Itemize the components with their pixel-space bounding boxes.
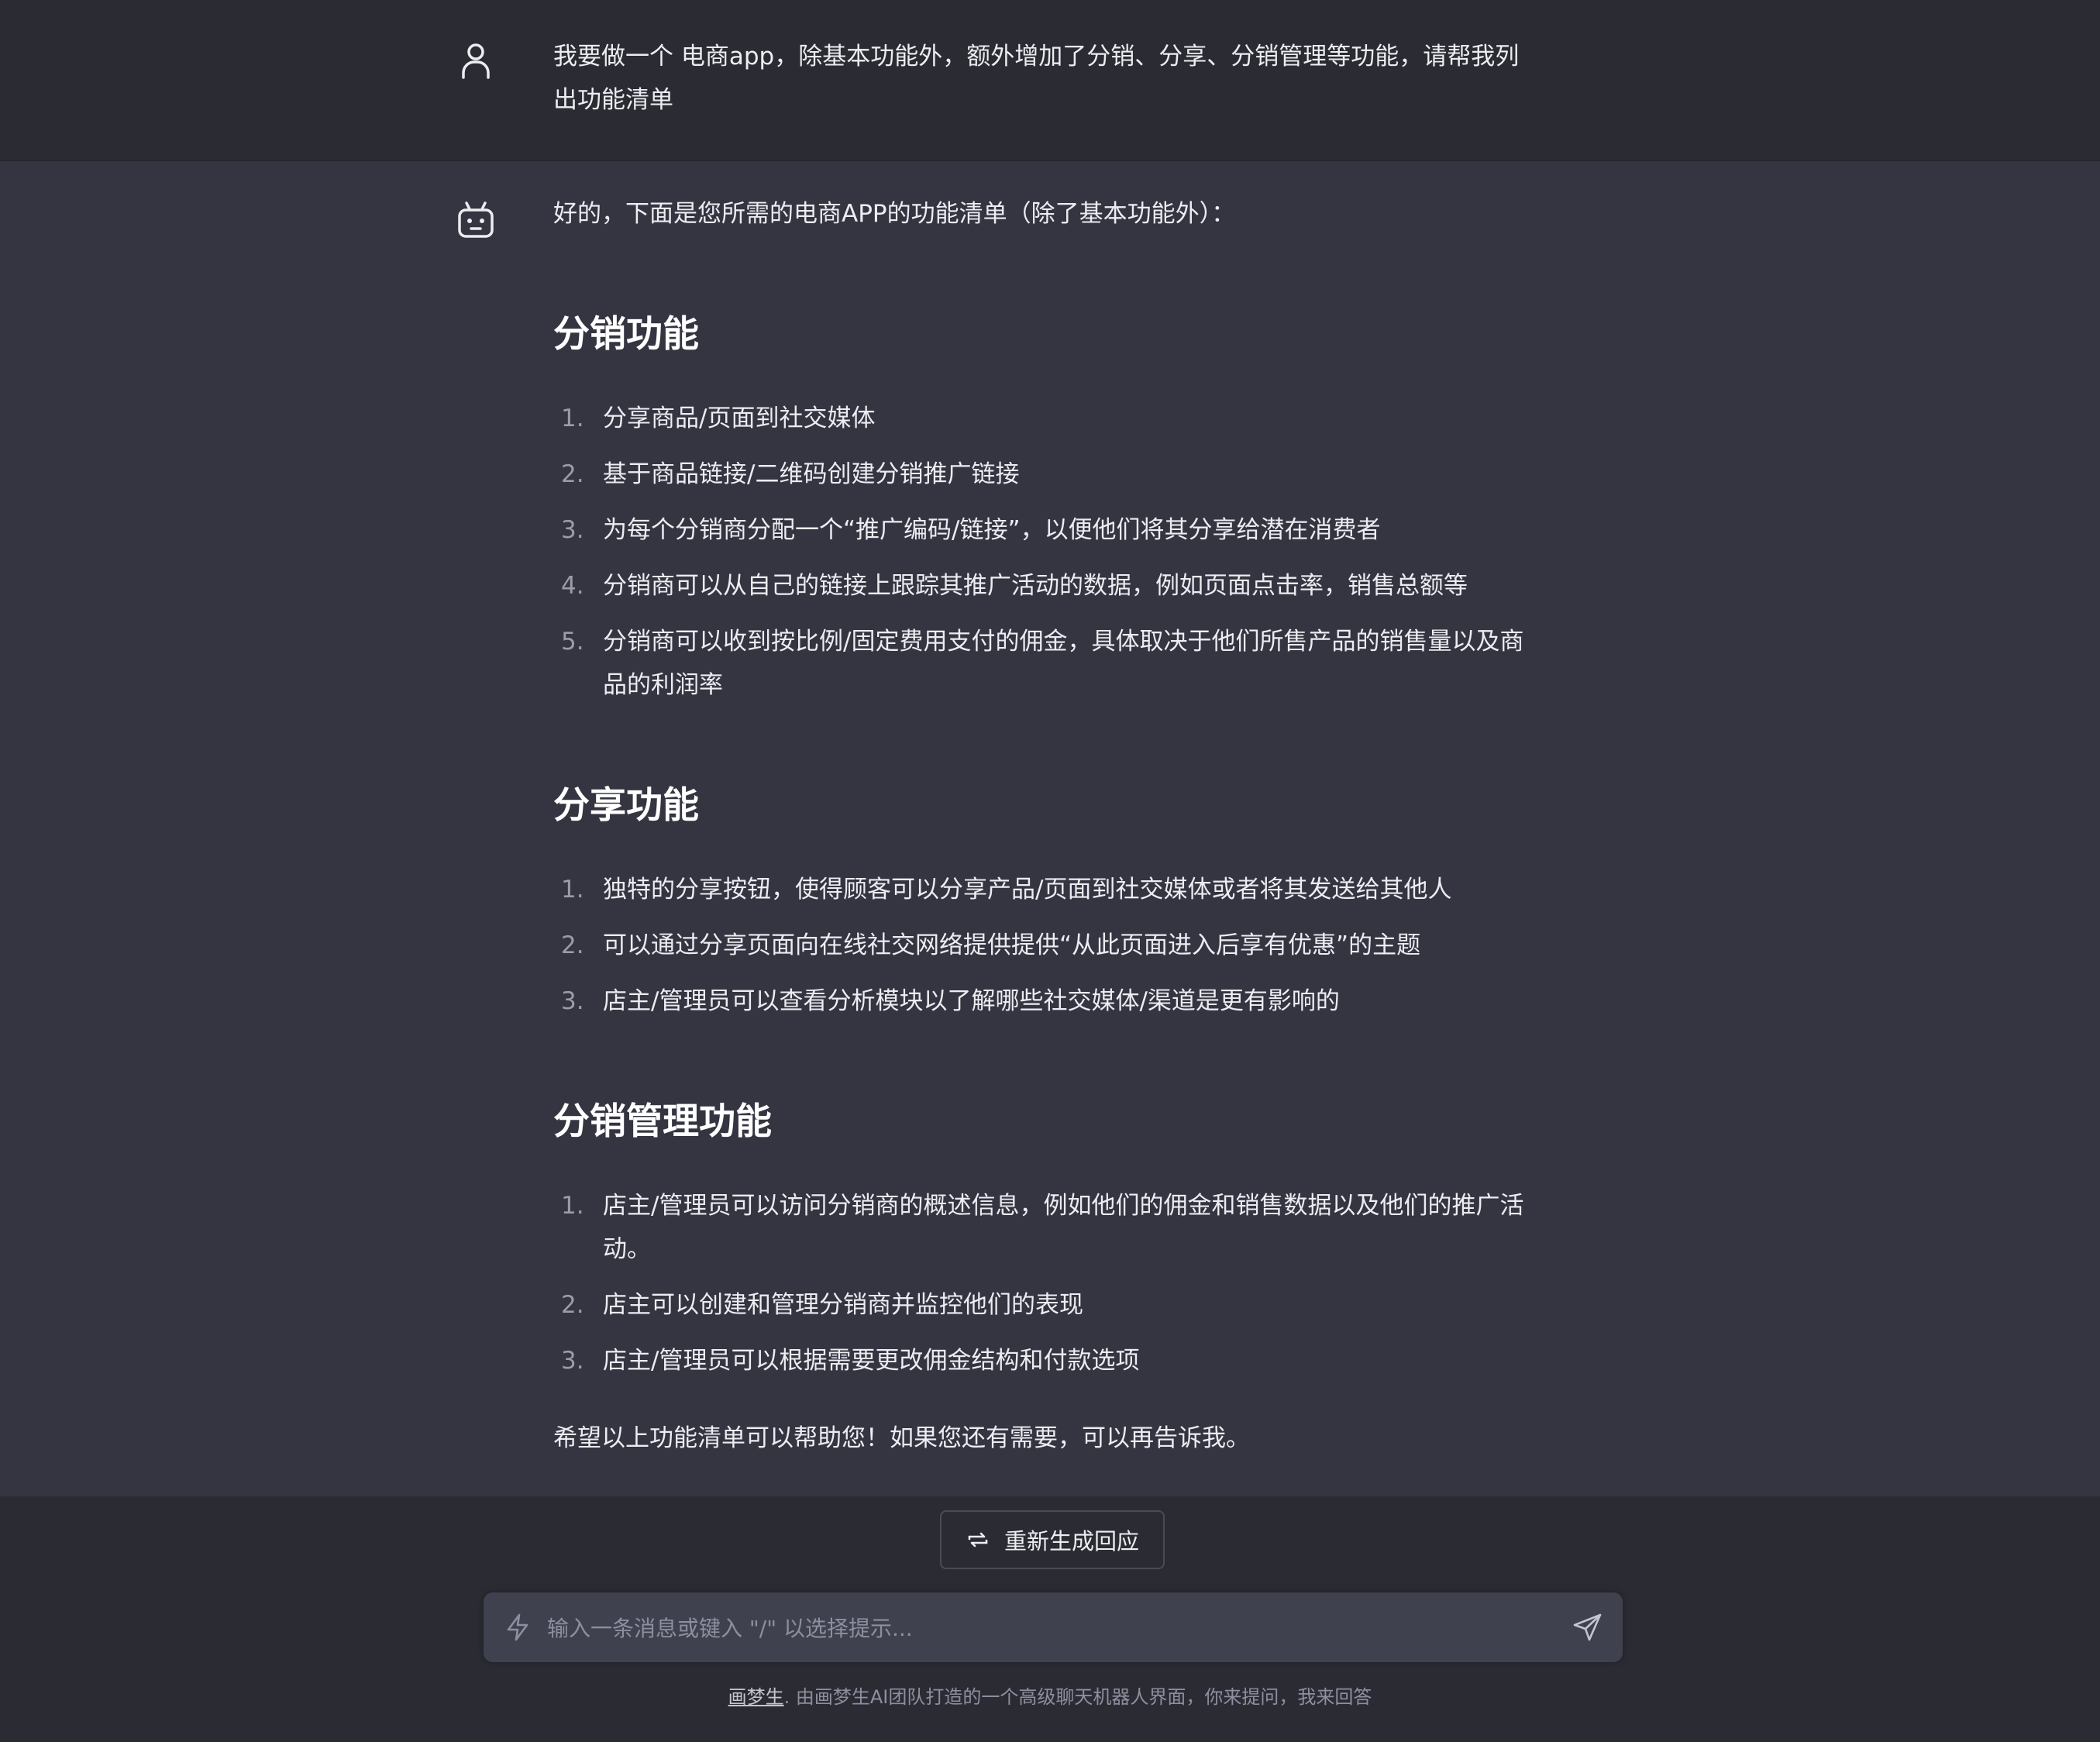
list-item-text: 店主/管理员可以访问分销商的概述信息，例如他们的佣金和销售数据以及他们的推广活 xyxy=(603,1192,1524,1220)
bolt-icon[interactable] xyxy=(502,1612,533,1643)
list-item: 5. 分销商可以收到按比例/固定费用支付的佣金，具体取决于他们所售产品的销售量以及… xyxy=(553,620,1561,707)
list-item: 3. 为每个分销商分配一个“推广编码/链接”，以便他们将其分享给潜在消费者 xyxy=(553,508,1561,552)
list-number: 1. xyxy=(561,876,584,904)
user-message-line: 出功能清单 xyxy=(553,86,673,114)
list-item-text: 店主/管理员可以根据需要更改佣金结构和付款选项 xyxy=(603,1347,1140,1375)
list-number: 4. xyxy=(561,572,584,600)
list-number: 5. xyxy=(561,628,584,656)
list-item-text: 基于商品链接/二维码创建分销推广链接 xyxy=(603,460,1020,488)
list-item: 3. 店主/管理员可以查看分析模块以了解哪些社交媒体/渠道是更有影响的 xyxy=(553,979,1561,1023)
bot-avatar-icon xyxy=(458,201,494,238)
list-item-text: 分销商可以收到按比例/固定费用支付的佣金，具体取决于他们所售产品的销售量以及商 xyxy=(603,628,1524,656)
list-item: 1. 分享商品/页面到社交媒体 xyxy=(553,397,1561,440)
user-message: 我要做一个 电商app，除基本功能外，额外增加了分销、分享、分销管理等功能，请帮… xyxy=(0,0,2100,161)
bot-intro: 好的，下面是您所需的电商APP的功能清单（除了基本功能外）： xyxy=(553,200,1236,228)
list-number: 2. xyxy=(561,1291,584,1319)
message-input[interactable] xyxy=(546,1592,1525,1664)
list-item-text: 店主/管理员可以查看分析模块以了解哪些社交媒体/渠道是更有影响的 xyxy=(603,987,1340,1015)
section-title-distribution: 分销功能 xyxy=(553,313,699,356)
list-item: 1. 店主/管理员可以访问分销商的概述信息，例如他们的佣金和销售数据以及他们的推广… xyxy=(553,1184,1561,1271)
section-title-sharing: 分享功能 xyxy=(553,784,699,827)
message-input-box xyxy=(484,1592,1623,1664)
list-sharing: 1. 独特的分享按钮，使得顾客可以分享产品/页面到社交媒体或者将其发送给其他人 2… xyxy=(553,868,1561,1035)
list-item-text: 店主可以创建和管理分销商并监控他们的表现 xyxy=(603,1291,1083,1319)
refresh-icon xyxy=(968,1532,988,1547)
list-item-text: 为每个分销商分配一个“推广编码/链接”，以便他们将其分享给潜在消费者 xyxy=(603,516,1381,544)
list-number: 2. xyxy=(561,931,584,959)
user-message-line: 我要做一个 电商app，除基本功能外，额外增加了分销、分享、分销管理等功能，请帮… xyxy=(553,43,1520,71)
list-item: 4. 分销商可以从自己的链接上跟踪其推广活动的数据，例如页面点击率，销售总额等 xyxy=(553,564,1561,608)
user-avatar-icon xyxy=(462,43,490,79)
list-item-text: 分享商品/页面到社交媒体 xyxy=(603,405,876,432)
list-item: 1. 独特的分享按钮，使得顾客可以分享产品/页面到社交媒体或者将其发送给其他人 xyxy=(553,868,1561,911)
list-number: 3. xyxy=(561,987,584,1015)
list-number: 2. xyxy=(561,460,584,488)
list-item-text: 独特的分享按钮，使得顾客可以分享产品/页面到社交媒体或者将其发送给其他人 xyxy=(603,876,1452,904)
footer-note: 画梦生. 由画梦生AI团队打造的一个高级聊天机器人界面，你来提问，我来回答 xyxy=(0,1682,2100,1709)
footer-text: . 由画梦生AI团队打造的一个高级聊天机器人界面，你来提问，我来回答 xyxy=(783,1686,1372,1708)
list-item-text: 可以通过分享页面向在线社交网络提供提供“从此页面进入后享有优惠”的主题 xyxy=(603,931,1421,959)
list-number: 3. xyxy=(561,516,584,544)
list-item-text: 分销商可以从自己的链接上跟踪其推广活动的数据，例如页面点击率，销售总额等 xyxy=(603,572,1468,600)
list-item: 2. 可以通过分享页面向在线社交网络提供提供“从此页面进入后享有优惠”的主题 xyxy=(553,924,1561,967)
brand-link[interactable]: 画梦生 xyxy=(728,1686,784,1708)
bot-closing: 希望以上功能清单可以帮助您！如果您还有需要，可以再告诉我。 xyxy=(553,1424,1250,1452)
list-number: 1. xyxy=(561,405,584,432)
list-item: 3. 店主/管理员可以根据需要更改佣金结构和付款选项 xyxy=(553,1339,1561,1382)
list-item-text: 动。 xyxy=(603,1235,651,1263)
regenerate-button-label: 重新生成回应 xyxy=(1004,1528,1139,1554)
list-distribution: 1. 分享商品/页面到社交媒体 2. 基于商品链接/二维码创建分销推广链接 3. 为每… xyxy=(553,397,1561,719)
regenerate-button[interactable]: 重新生成回应 xyxy=(940,1510,1165,1569)
list-number: 1. xyxy=(561,1192,584,1220)
user-message-text: 我要做一个 电商app，除基本功能外，额外增加了分销、分享、分销管理等功能，请帮… xyxy=(553,35,1561,122)
list-item: 2. 基于商品链接/二维码创建分销推广链接 xyxy=(553,453,1561,496)
list-item: 2. 店主可以创建和管理分销商并监控他们的表现 xyxy=(553,1283,1561,1327)
list-item-text: 品的利润率 xyxy=(603,671,723,699)
list-number: 3. xyxy=(561,1347,584,1375)
bot-message-content: 好的，下面是您所需的电商APP的功能清单（除了基本功能外）： 分销功能 1. 分享… xyxy=(553,192,1561,1452)
list-distribution-management: 1. 店主/管理员可以访问分销商的概述信息，例如他们的佣金和销售数据以及他们的推广… xyxy=(553,1184,1561,1395)
section-title-distribution-management: 分销管理功能 xyxy=(553,1100,772,1143)
send-icon[interactable] xyxy=(1572,1611,1604,1644)
